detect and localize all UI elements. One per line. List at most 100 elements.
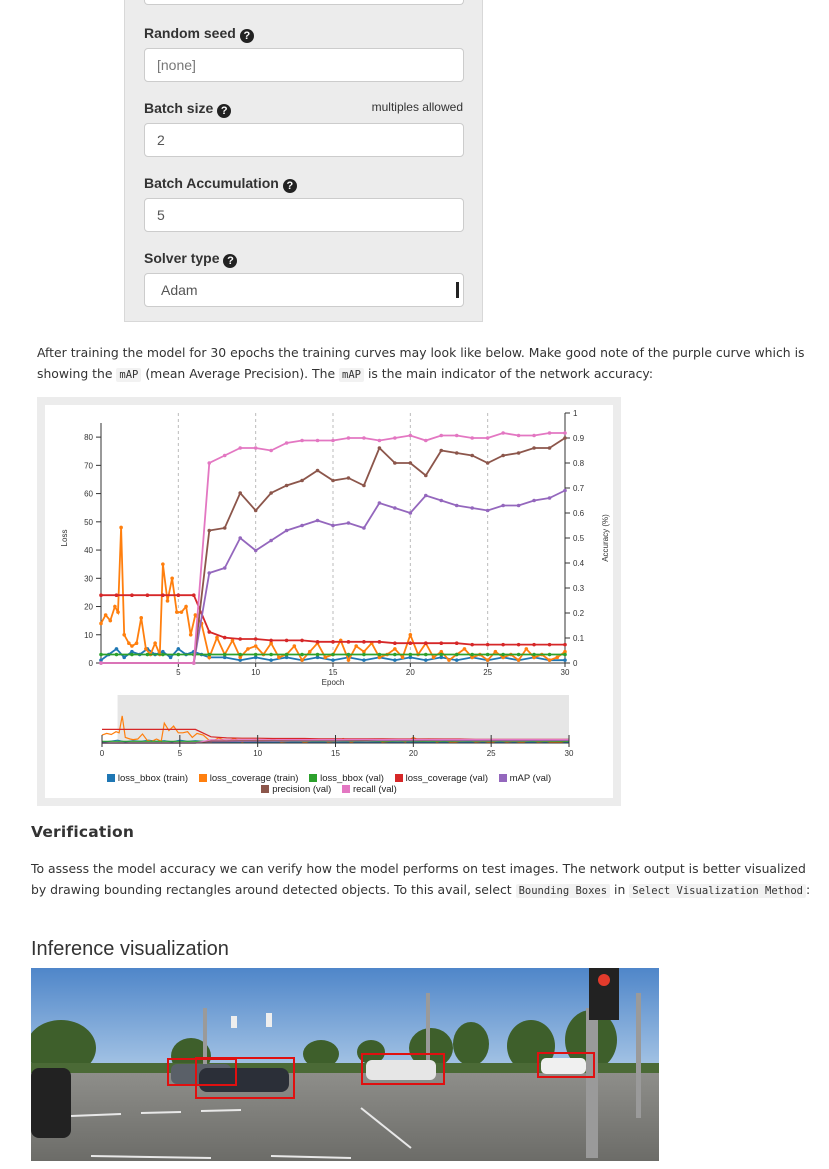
x-axis-label: Epoch xyxy=(322,678,345,687)
data-point xyxy=(174,610,179,614)
solver-type-label: Solver type? xyxy=(144,250,238,268)
intro-paragraph: After training the model for 30 epochs t… xyxy=(37,345,805,382)
data-point xyxy=(300,652,304,657)
data-point xyxy=(153,641,157,646)
legend-swatch xyxy=(106,774,115,782)
inference-visualization-image xyxy=(31,968,659,1161)
x-tick-label: 10 xyxy=(251,668,260,677)
solver-type-value: Adam xyxy=(161,282,198,298)
data-point xyxy=(103,613,108,617)
y-tick-label: 60 xyxy=(84,490,93,499)
training-options-panel: Random seed? Batch size? multiples allow… xyxy=(124,0,483,322)
data-point xyxy=(122,655,126,660)
data-point xyxy=(362,436,366,440)
previous-field-input[interactable] xyxy=(144,0,464,5)
data-point xyxy=(493,649,498,654)
solver-type-select[interactable]: Adam xyxy=(144,273,464,307)
y-tick-label: 80 xyxy=(84,433,93,442)
data-point xyxy=(393,658,397,662)
legend-item[interactable]: loss_bbox (train) xyxy=(106,773,188,784)
data-point xyxy=(161,593,165,598)
data-point xyxy=(161,652,165,657)
data-point xyxy=(99,593,103,598)
random-seed-input[interactable] xyxy=(144,48,464,82)
data-point xyxy=(485,436,490,440)
help-icon[interactable]: ? xyxy=(217,104,232,118)
legend-item[interactable]: loss_coverage (train) xyxy=(198,773,298,784)
data-point xyxy=(315,468,320,473)
data-point xyxy=(323,655,328,660)
legend-item[interactable]: loss_bbox (val) xyxy=(309,773,384,784)
data-point xyxy=(547,642,552,647)
data-point xyxy=(454,503,459,508)
legend-item[interactable]: mAP (val) xyxy=(498,773,551,784)
batch-accumulation-input[interactable] xyxy=(144,198,464,232)
data-point xyxy=(188,632,193,637)
data-point xyxy=(308,649,312,654)
y-axis-label: Loss xyxy=(60,530,69,547)
data-point xyxy=(470,506,475,510)
data-point xyxy=(207,630,212,634)
data-point xyxy=(253,446,258,450)
y2-tick-label: 0.4 xyxy=(573,559,585,568)
data-point xyxy=(362,652,366,657)
data-point xyxy=(99,652,103,657)
data-point xyxy=(439,433,444,438)
data-point xyxy=(331,438,335,443)
y2-tick-label: 0 xyxy=(573,659,578,668)
data-point xyxy=(424,473,428,478)
inline-code: Select Visualization Method xyxy=(629,884,806,898)
overview-x-tick-label: 30 xyxy=(565,749,574,758)
data-point xyxy=(501,652,505,657)
data-point xyxy=(165,599,170,603)
help-icon[interactable]: ? xyxy=(223,254,238,268)
data-point xyxy=(547,446,552,450)
sky xyxy=(31,968,659,1073)
y-tick-label: 10 xyxy=(84,631,93,640)
data-point xyxy=(408,433,413,438)
data-point xyxy=(454,433,459,438)
data-point xyxy=(331,652,335,657)
help-icon[interactable]: ? xyxy=(239,29,254,43)
y2-axis-label: Accuracy (%) xyxy=(601,514,610,562)
data-point xyxy=(284,483,289,488)
data-point xyxy=(516,658,521,662)
data-point xyxy=(524,647,529,651)
data-point xyxy=(408,632,413,637)
data-point xyxy=(439,652,444,657)
data-point xyxy=(501,642,505,647)
data-point xyxy=(269,658,273,662)
overview-x-tick-label: 20 xyxy=(409,749,418,758)
data-point xyxy=(439,498,444,503)
legend-item[interactable]: loss_coverage (val) xyxy=(394,773,488,784)
data-point xyxy=(207,461,212,465)
batch-size-label: Batch size? xyxy=(144,100,232,118)
data-point xyxy=(238,536,242,540)
legend-swatch xyxy=(341,785,350,793)
data-point xyxy=(238,652,242,657)
data-point xyxy=(300,638,304,643)
data-point xyxy=(516,652,521,657)
data-point xyxy=(485,461,490,465)
data-point xyxy=(113,604,117,609)
data-point xyxy=(108,618,113,623)
data-point xyxy=(393,641,397,646)
data-point xyxy=(246,647,250,651)
data-point xyxy=(501,503,505,508)
data-point xyxy=(331,658,335,662)
data-point xyxy=(362,483,366,488)
data-point xyxy=(269,638,273,643)
legend-item[interactable]: precision (val) xyxy=(261,784,331,795)
verification-paragraph: To assess the model accuracy we can veri… xyxy=(31,861,811,898)
data-point xyxy=(170,576,174,581)
help-icon[interactable]: ? xyxy=(282,179,297,193)
data-point xyxy=(563,658,567,662)
batch-size-input[interactable] xyxy=(144,123,464,157)
data-point xyxy=(454,451,459,455)
overview-x-tick-label: 5 xyxy=(178,749,183,758)
data-point xyxy=(462,647,467,651)
data-point xyxy=(222,652,227,657)
legend-item[interactable]: recall (val) xyxy=(341,784,397,795)
data-point xyxy=(269,448,273,453)
data-point xyxy=(99,661,103,665)
